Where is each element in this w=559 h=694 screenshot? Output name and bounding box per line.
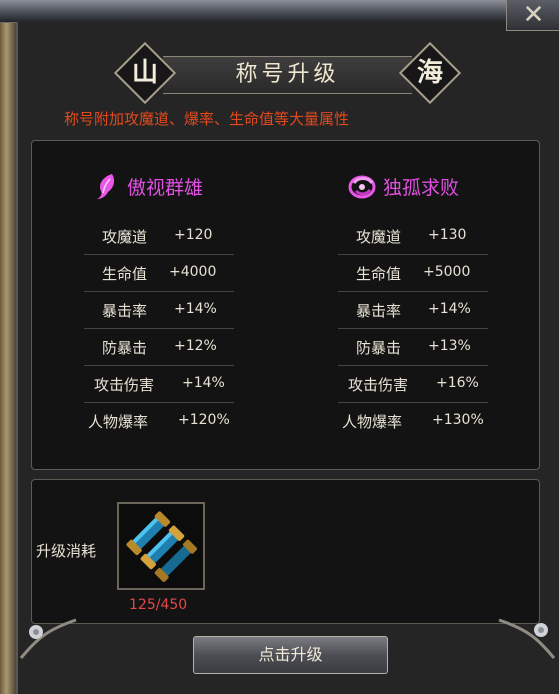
stat-label: 暴击率 bbox=[102, 302, 148, 320]
stat-value: +5000 bbox=[423, 264, 471, 280]
stat-row: 攻击伤害 +14% bbox=[84, 365, 234, 403]
left-emblem: 山 bbox=[131, 58, 158, 88]
window-top-border bbox=[0, 0, 559, 23]
upgrade-button[interactable]: 点击升级 bbox=[193, 636, 388, 674]
stat-row: 暴击率 +14% bbox=[338, 291, 488, 329]
stat-value: +13% bbox=[428, 338, 471, 354]
stat-label: 生命值 bbox=[102, 265, 148, 283]
stat-label: 暴击率 bbox=[356, 302, 402, 320]
stat-row: 暴击率 +14% bbox=[84, 291, 234, 329]
close-button[interactable]: ✕ bbox=[506, 0, 559, 31]
right-emblem: 海 bbox=[416, 58, 443, 88]
cost-label: 升级消耗 bbox=[36, 542, 97, 560]
feather-icon bbox=[97, 174, 115, 199]
swirl-emblem-icon bbox=[348, 175, 376, 199]
title-name: 傲视群雄 bbox=[127, 177, 204, 199]
close-icon: ✕ bbox=[522, 0, 545, 30]
stat-label: 攻击伤害 bbox=[348, 376, 409, 394]
stat-row: 攻魔道 +120 bbox=[84, 217, 234, 255]
scroll-icon bbox=[126, 511, 197, 582]
stat-label: 攻魔道 bbox=[356, 228, 402, 246]
stat-value: +14% bbox=[174, 301, 217, 317]
stat-value: +14% bbox=[182, 375, 225, 391]
stat-row: 生命值 +4000 bbox=[84, 254, 234, 292]
title-header: 独孤求败 bbox=[338, 171, 538, 201]
stat-row: 人物爆率 +130% bbox=[338, 402, 488, 439]
stat-value: +130% bbox=[432, 412, 484, 428]
stat-label: 攻击伤害 bbox=[94, 376, 155, 394]
background-edge bbox=[0, 0, 16, 694]
item-count: 125/450 bbox=[129, 597, 188, 613]
stats-panel: 傲视群雄 攻魔道 +120 生命值 +4000 暴击率 +14% 防暴击 +12… bbox=[31, 140, 540, 470]
stat-value: +120% bbox=[178, 412, 230, 428]
stat-label: 攻魔道 bbox=[102, 228, 148, 246]
flower-decoration-icon bbox=[19, 618, 77, 659]
stat-value: +4000 bbox=[169, 264, 217, 280]
title-header: 傲视群雄 bbox=[84, 171, 284, 201]
description-text: 称号附加攻魔道、爆率、生命值等大量属性 bbox=[64, 110, 350, 128]
stat-value: +120 bbox=[174, 227, 213, 243]
stat-row: 生命值 +5000 bbox=[338, 254, 488, 292]
window-title: 称号升级 bbox=[235, 62, 340, 87]
title-name: 独孤求败 bbox=[383, 177, 460, 199]
stat-row: 攻魔道 +130 bbox=[338, 217, 488, 255]
title-plate: 称号升级 bbox=[163, 56, 412, 94]
stat-row: 人物爆率 +120% bbox=[84, 402, 234, 439]
cost-panel: 升级消耗 125/450 bbox=[31, 479, 540, 624]
stat-value: +130 bbox=[428, 227, 467, 243]
stat-row: 攻击伤害 +16% bbox=[338, 365, 488, 403]
stat-label: 人物爆率 bbox=[88, 413, 149, 431]
stat-label: 生命值 bbox=[356, 265, 402, 283]
flower-decoration-icon bbox=[498, 618, 556, 659]
stat-label: 防暴击 bbox=[356, 339, 402, 357]
stat-value: +14% bbox=[428, 301, 471, 317]
stat-label: 防暴击 bbox=[102, 339, 148, 357]
stat-row: 防暴击 +12% bbox=[84, 328, 234, 366]
title-bar: 称号升级 山 海 bbox=[113, 41, 462, 105]
stat-value: +16% bbox=[436, 375, 479, 391]
title-upgrade-window: ✕ 称号升级 山 海 称号附加攻魔道、爆率、生命值等大量属性 傲视群雄 攻魔道 … bbox=[0, 0, 559, 694]
stat-value: +12% bbox=[174, 338, 217, 354]
item-slot[interactable] bbox=[117, 502, 205, 590]
stat-row: 防暴击 +13% bbox=[338, 328, 488, 366]
stat-label: 人物爆率 bbox=[342, 413, 403, 431]
